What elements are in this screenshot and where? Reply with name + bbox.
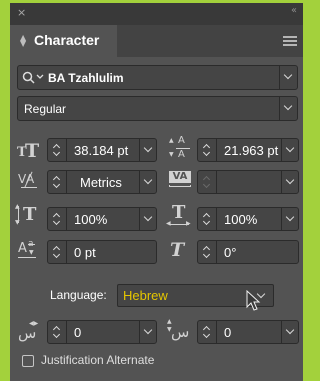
font-style-dropdown[interactable]: Regular xyxy=(17,96,298,121)
panel-title-bar: × ‹‹ xyxy=(10,3,303,25)
chevron-down-icon xyxy=(283,101,293,111)
vertical-scale-arrow[interactable] xyxy=(139,208,156,230)
font-size-value[interactable]: 38.184 pt xyxy=(74,143,138,158)
leading-field[interactable]: 21.963 pt xyxy=(197,138,299,162)
panel-tab-row: ▲ ▼ Character xyxy=(10,25,303,57)
diacritic-y-icon: س ▲ ▼ xyxy=(167,318,190,341)
character-panel: × ‹‹ ▲ ▼ Character BA Tzahlulim Regular T… xyxy=(10,3,303,381)
font-size-stepper[interactable] xyxy=(48,139,67,161)
baseline-shift-icon: A a ▼ xyxy=(18,239,44,260)
vertical-scale-value[interactable]: 100% xyxy=(74,212,107,227)
horizontal-scale-stepper[interactable] xyxy=(198,208,217,230)
justification-alternate-checkbox[interactable] xyxy=(22,355,34,367)
kerning-icon: V A xyxy=(18,171,42,191)
close-icon[interactable]: × xyxy=(17,7,26,19)
vertical-scale-field[interactable]: 100% xyxy=(47,207,157,231)
tracking-field[interactable] xyxy=(197,170,299,194)
horizontal-scale-field[interactable]: 100% xyxy=(197,207,299,231)
skew-stepper[interactable] xyxy=(198,241,217,263)
kerning-value[interactable]: Metrics xyxy=(80,175,122,190)
baseline-shift-stepper[interactable] xyxy=(48,241,67,263)
skew-value[interactable]: 0° xyxy=(224,245,236,260)
leading-value[interactable]: 21.963 pt xyxy=(224,143,282,158)
horizontal-scale-icon: T ◀ ▶ xyxy=(166,202,191,227)
baseline-shift-value[interactable]: 0 pt xyxy=(74,245,96,260)
leading-stepper[interactable] xyxy=(198,139,217,161)
language-value: Hebrew xyxy=(123,288,168,303)
diacritic-y-stepper[interactable] xyxy=(198,321,217,343)
font-style-value: Regular xyxy=(24,102,67,116)
font-family-value: BA Tzahlulim xyxy=(48,71,124,85)
language-label: Language: xyxy=(50,288,107,302)
horizontal-scale-arrow[interactable] xyxy=(281,208,298,230)
font-family-dropdown[interactable]: BA Tzahlulim xyxy=(17,65,298,90)
mouse-cursor-icon xyxy=(246,290,261,311)
tab-character-label: Character xyxy=(34,32,100,48)
diacritic-x-icon: س ◀▶ xyxy=(18,320,39,342)
font-size-icon: T T xyxy=(17,140,40,162)
font-size-field[interactable]: 38.184 pt xyxy=(47,138,157,162)
kerning-stepper[interactable] xyxy=(48,171,67,193)
baseline-shift-field[interactable]: 0 pt xyxy=(47,240,157,264)
collapse-icon[interactable]: ‹‹ xyxy=(291,6,297,16)
diacritic-x-arrow[interactable] xyxy=(139,321,156,343)
tab-character[interactable]: ▲ ▼ Character xyxy=(10,25,117,57)
chevron-down-icon xyxy=(283,70,293,80)
skew-icon: T xyxy=(170,239,185,261)
diacritic-y-arrow[interactable] xyxy=(281,321,298,343)
diacritic-y-value[interactable]: 0 xyxy=(224,325,231,340)
kerning-field[interactable]: Metrics xyxy=(47,170,157,194)
kerning-arrow[interactable] xyxy=(139,171,156,193)
skew-field[interactable]: 0° xyxy=(197,240,299,264)
vertical-scale-icon: ▲ ▼ T xyxy=(15,203,37,226)
tracking-icon: VA xyxy=(169,171,191,189)
leading-arrow[interactable] xyxy=(281,139,298,161)
diacritic-x-stepper[interactable] xyxy=(48,321,67,343)
diacritic-x-value[interactable]: 0 xyxy=(74,325,81,340)
vertical-scale-stepper[interactable] xyxy=(48,208,67,230)
tracking-arrow[interactable] xyxy=(281,171,298,193)
tracking-stepper[interactable] xyxy=(198,171,217,193)
search-icon[interactable] xyxy=(22,71,46,85)
diacritic-x-field[interactable]: 0 xyxy=(47,320,157,344)
horizontal-scale-value[interactable]: 100% xyxy=(224,212,257,227)
font-style-arrow[interactable] xyxy=(279,97,297,120)
font-family-arrow[interactable] xyxy=(279,66,297,89)
justification-alternate-label: Justification Alternate xyxy=(41,353,155,367)
diacritic-y-field[interactable]: 0 xyxy=(197,320,299,344)
font-size-arrow[interactable] xyxy=(139,139,156,161)
leading-icon: A ▲ ▼ A xyxy=(167,135,193,162)
diamond-expand-icon[interactable]: ▲ ▼ xyxy=(20,34,30,48)
hamburger-menu-icon[interactable] xyxy=(283,36,297,46)
